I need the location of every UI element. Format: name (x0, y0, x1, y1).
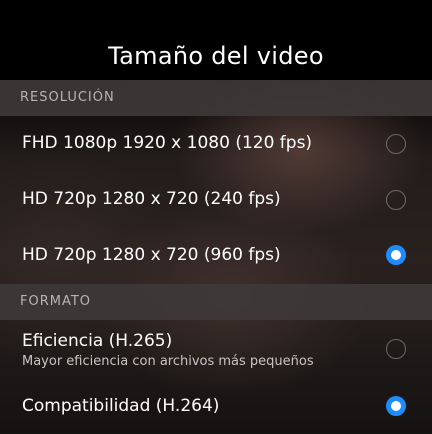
radio-button-selected[interactable] (386, 245, 406, 265)
section-label-format: FORMATO (20, 294, 92, 309)
top-header: Tamaño del video (0, 0, 432, 80)
section-header-format: FORMATO (0, 284, 432, 320)
option-label: HD 720p 1280 x 720 (960 fps) (22, 245, 281, 265)
option-fhd-1080p-120fps[interactable]: FHD 1080p 1920 x 1080 (120 fps) (0, 116, 432, 172)
radio-button-unselected[interactable] (386, 339, 406, 359)
section-label-resolution: RESOLUCIÓN (20, 90, 115, 105)
option-label: Compatibilidad (H.264) (22, 396, 220, 416)
radio-button-selected[interactable] (386, 396, 406, 416)
option-hd-720p-960fps[interactable]: HD 720p 1280 x 720 (960 fps) (0, 228, 432, 284)
page-title: Tamaño del video (108, 42, 324, 70)
option-label: FHD 1080p 1920 x 1080 (120 fps) (22, 133, 313, 153)
option-description: Mayor eficiencia con archivos más pequeñ… (22, 354, 314, 369)
radio-button-unselected[interactable] (386, 134, 406, 154)
option-label: HD 720p 1280 x 720 (240 fps) (22, 189, 281, 209)
option-label: Eficiencia (H.265) (22, 331, 173, 351)
option-compatibility-h264[interactable]: Compatibilidad (H.264) (0, 380, 432, 432)
option-hd-720p-240fps[interactable]: HD 720p 1280 x 720 (240 fps) (0, 172, 432, 228)
section-header-resolution: RESOLUCIÓN (0, 80, 432, 116)
option-efficiency-h265[interactable]: Eficiencia (H.265) Mayor eficiencia con … (0, 320, 432, 380)
radio-button-unselected[interactable] (386, 190, 406, 210)
